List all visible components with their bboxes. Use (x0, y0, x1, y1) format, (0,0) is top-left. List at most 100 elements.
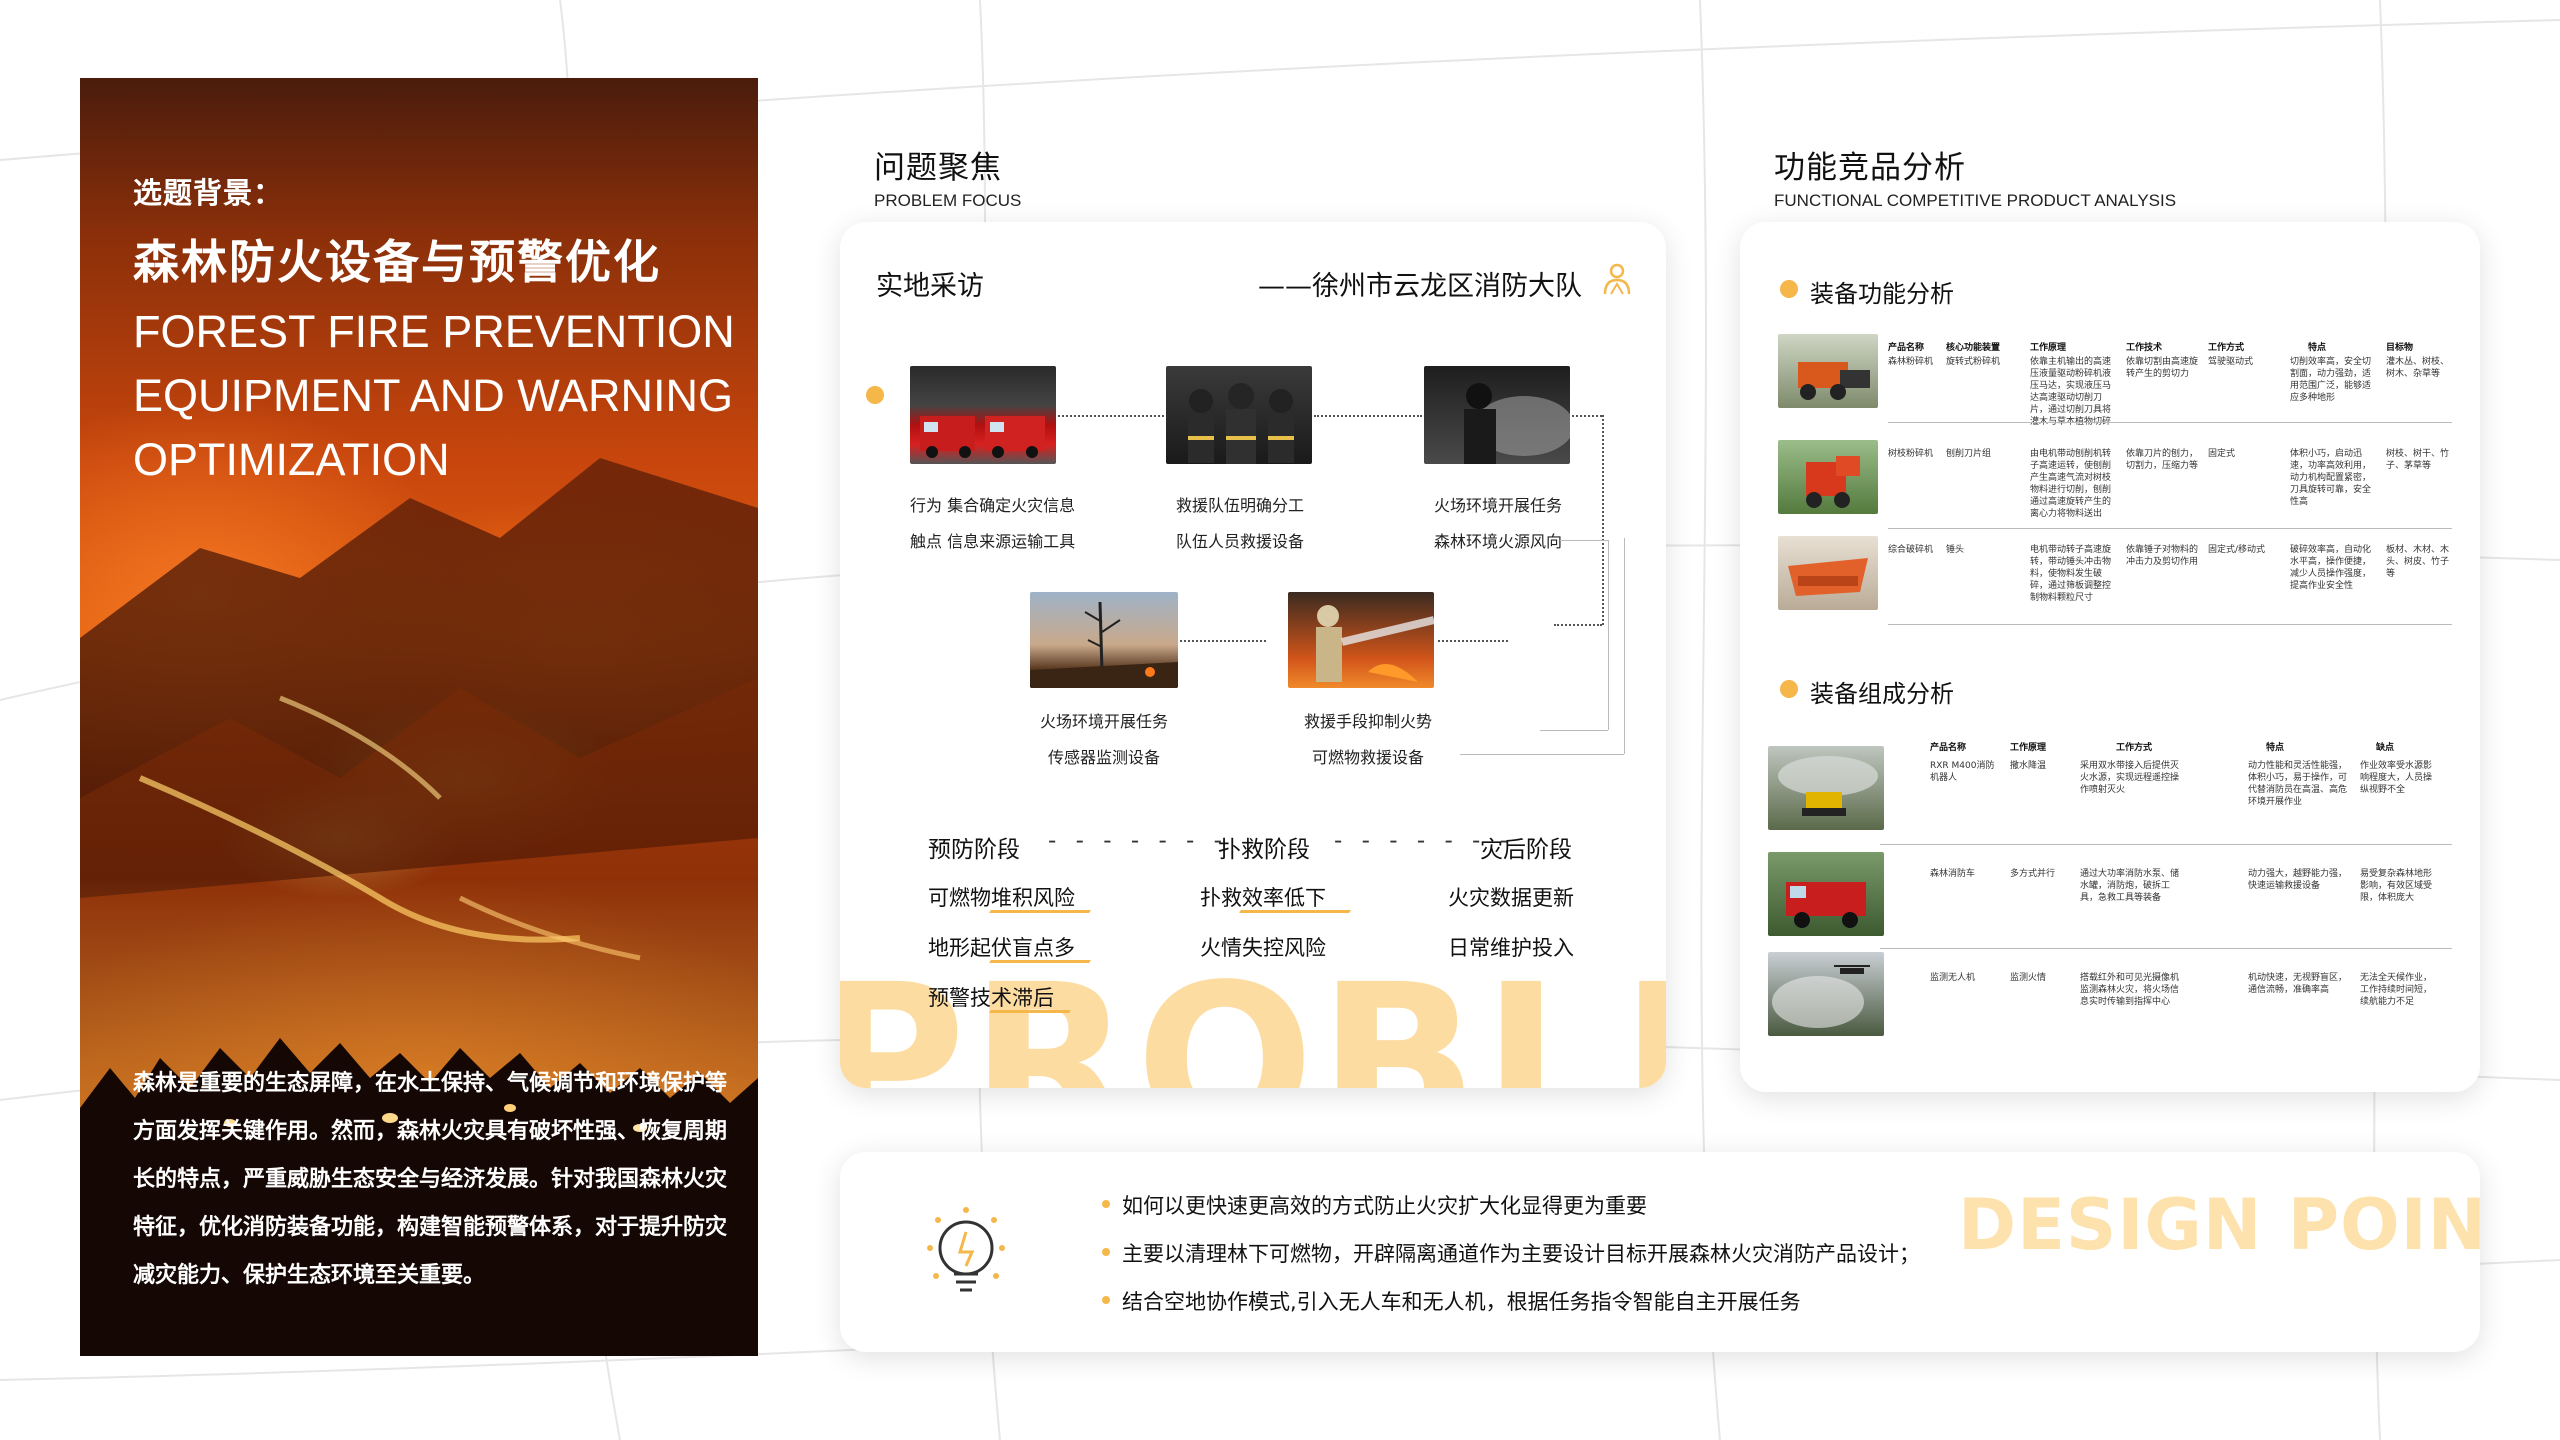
table-cell: 固定式 (2208, 449, 2236, 459)
lightbulb-icon (927, 1207, 1005, 1292)
fire-engine-image (1768, 852, 1884, 936)
table-cell: 依靠主机输出的高速压液量驱动粉碎机液压马达，实现液压马达高速驱动切削刀片，通过切… (2030, 357, 2112, 427)
flow-arrow (1058, 415, 1164, 417)
table-cell: 监测无人机 (1930, 973, 1976, 983)
flow-label: 触点 信息来源运输工具 (910, 532, 1076, 551)
section-function-analysis: 装备功能分析 (1810, 280, 1954, 308)
problem-heading: 问题聚焦 PROBLEM FOCUS (874, 142, 1021, 211)
burnt-forest-photo (1030, 592, 1178, 688)
flow-arrow (1180, 640, 1266, 642)
table-cell: 体积小巧，启动迅速，功率高效利用，动力机构配置紧密，刀具旋转可靠，安全性高 (2290, 449, 2372, 507)
flow-label: 火场环境开展任务 (1434, 496, 1563, 515)
problem-heading-en: PROBLEM FOCUS (874, 191, 1022, 210)
table-cell: 刨削刀片组 (1946, 449, 1992, 459)
table-header: 特点 (2266, 743, 2285, 753)
firefighters-team-photo (1166, 366, 1312, 464)
design-point: 主要以清理林下可燃物，开辟隔离通道作为主要设计目标开展森林火灾消防产品设计； (1122, 1242, 1920, 1266)
table-cell: 机动快速，无视野盲区，通信流畅，准确率高 (2248, 973, 2348, 995)
fire-robot-image (1768, 746, 1884, 830)
table-cell: 森林消防车 (1930, 869, 1976, 879)
table-header: 目标物 (2386, 343, 2414, 353)
table-cell: RXR M400消防机器人 (1930, 761, 1995, 783)
flow-arrow (1572, 415, 1602, 417)
section-composition-analysis: 装备组成分析 (1810, 680, 1954, 708)
flow-arrow (1438, 640, 1508, 642)
functional-heading-cn: 功能竞品分析 (1774, 150, 1966, 186)
table-cell: 电机带动转子高速旋转，带动锤头冲击物料，使物料发生破碎，通过筛板调整控制物料颗粒… (2030, 545, 2112, 603)
poster-subtitle: 选题背景： (133, 176, 284, 210)
issue-item: 可燃物堆积风险 (928, 886, 1075, 910)
functional-heading-en: FUNCTIONAL COMPETITIVE PRODUCT ANALYSIS (1774, 191, 2177, 210)
problem-watermark: PROBLE (840, 939, 1666, 1089)
table-cell: 动力性能和灵活性能强，体积小巧，易于操作，可代替消防员在高温、高危环境开展作业 (2248, 761, 2348, 807)
fire-trucks-photo (910, 366, 1056, 464)
flow-arrow (1314, 415, 1422, 417)
table-cell: 由电机带动刨削机转子高速运转，使刨削产生高速气流对树枝物料进行切削，刨削通过高速… (2030, 449, 2112, 519)
table-cell: 切削效率高，安全切割面，动力强劲，适用范围广泛，能够适应多种地形 (2290, 357, 2372, 403)
issue-item: 日常维护投入 (1448, 936, 1574, 960)
hose-firefighting-photo (1288, 592, 1434, 688)
field-visit-title: 实地采访 (876, 271, 984, 302)
issue-item: 预警技术滞后 (928, 986, 1054, 1010)
table-header: 产品名称 (1888, 343, 1925, 353)
stage-prevention: 预防阶段 (928, 837, 1020, 863)
table-header: 特点 (2308, 343, 2327, 353)
flow-label: 火场环境开展任务 (1040, 712, 1169, 731)
flow-dot (866, 386, 884, 404)
table-header: 工作技术 (2126, 343, 2163, 353)
table-cell: 采用双水带接入后提供灭火水源，实现远程遥控操作喷射灭火 (2080, 761, 2180, 795)
table-cell: 撒水降温 (2010, 761, 2047, 771)
section-dot (1780, 280, 1798, 298)
functional-card: 装备功能分析 产品名称 核心功能装置 工作原理 工作技术 工作方式 特点 目标物… (1740, 222, 2480, 1092)
functional-heading: 功能竞品分析 FUNCTIONAL COMPETITIVE PRODUCT AN… (1774, 142, 2176, 211)
poster-title-en: FOREST FIRE PREVENTION EQUIPMENT AND WAR… (133, 306, 735, 485)
table-cell: 动力强大，越野能力强，快速运输救援设备 (2248, 869, 2348, 891)
design-point: 如何以更快速更高效的方式防止火灾扩大化显得更为重要 (1122, 1194, 1647, 1218)
poster-title-cn: 森林防火设备与预警优化 (133, 235, 661, 289)
flow-label: 可燃物救援设备 (1312, 748, 1425, 767)
section-dot (1780, 680, 1798, 698)
table-cell: 无法全天候作业，工作持续时间短，续航能力不足 (2360, 973, 2433, 1007)
table-cell: 森林粉碎机 (1888, 357, 1934, 367)
crusher-image (1778, 536, 1878, 610)
problem-heading-cn: 问题聚焦 (874, 150, 1002, 186)
table-header: 工作原理 (2010, 743, 2047, 753)
branch-shredder-image (1778, 440, 1878, 514)
table-header: 缺点 (2376, 743, 2395, 753)
table-header: 产品名称 (1930, 743, 1967, 753)
table-cell: 旋转式粉碎机 (1946, 357, 2001, 367)
table-cell: 依靠刀片的刨力，切割力，压缩力等 (2126, 449, 2199, 471)
poster-description: 森林是重要的生态屏障，在水土保持、气候调节和环境保护等方面发挥关键作用。然而，森… (133, 1071, 728, 1288)
table-cell: 树枝、树干、竹子、茅草等 (2386, 449, 2450, 471)
flow-label: 救援手段抑制火势 (1304, 712, 1433, 731)
table-cell: 驾驶驱动式 (2208, 357, 2254, 367)
flow-label: 救援队伍明确分工 (1176, 496, 1305, 515)
drone-image (1768, 952, 1884, 1036)
table-cell: 监测火情 (2010, 973, 2047, 983)
table-cell: 搭载红外和可见光摄像机监测森林火灾，将火场信息实时传输到指挥中心 (2080, 973, 2180, 1007)
problem-card: PROBLE 实地采访 ——徐州市云龙区消防大队 行为 集合确定火灾信息 触点 … (840, 222, 1666, 1088)
flow-label: 传感器监测设备 (1048, 748, 1161, 767)
table-cell: 作业效率受水源影响程度大，人员操纵视野不全 (2360, 761, 2433, 795)
stage-rescue: 扑救阶段 (1218, 837, 1310, 863)
flow-connector (1602, 415, 1604, 625)
design-points-card: 如何以更快速更高效的方式防止火灾扩大化显得更为重要 主要以清理林下可燃物，开辟隔… (840, 1152, 2480, 1352)
table-header: 工作方式 (2116, 743, 2153, 753)
issue-item: 火灾数据更新 (1448, 886, 1574, 910)
flow-connector (1554, 624, 1602, 626)
field-team-name: ——徐州市云龙区消防大队 (1258, 271, 1582, 302)
table-cell: 灌木丛、树枝、树木、杂草等 (2386, 357, 2450, 379)
forest-mulcher-image (1778, 334, 1878, 408)
person-icon (1603, 263, 1631, 295)
flow-label: 森林环境火源风向 (1434, 532, 1563, 551)
table-cell: 板材、木材、木头、树皮、竹子等 (2386, 545, 2450, 579)
issue-item: 扑救效率低下 (1200, 886, 1326, 910)
design-watermark: DESIGN POINTS (1958, 1184, 2480, 1266)
table-cell: 多方式并行 (2010, 869, 2056, 879)
table-cell: 锤头 (1946, 545, 1965, 555)
table-cell: 通过大功率消防水泵、储水罐，消防炮，破拆工具，急救工具等装备 (2080, 869, 2180, 903)
table-cell: 依靠锤子对物料的冲击力及剪切作用 (2126, 545, 2199, 567)
design-point: 结合空地协作模式,引入无人车和无人机，根据任务指令智能自主开展任务 (1122, 1290, 1801, 1314)
table-cell: 综合破碎机 (1888, 545, 1934, 555)
stage-divider: - - - - - - - (1048, 828, 1228, 854)
